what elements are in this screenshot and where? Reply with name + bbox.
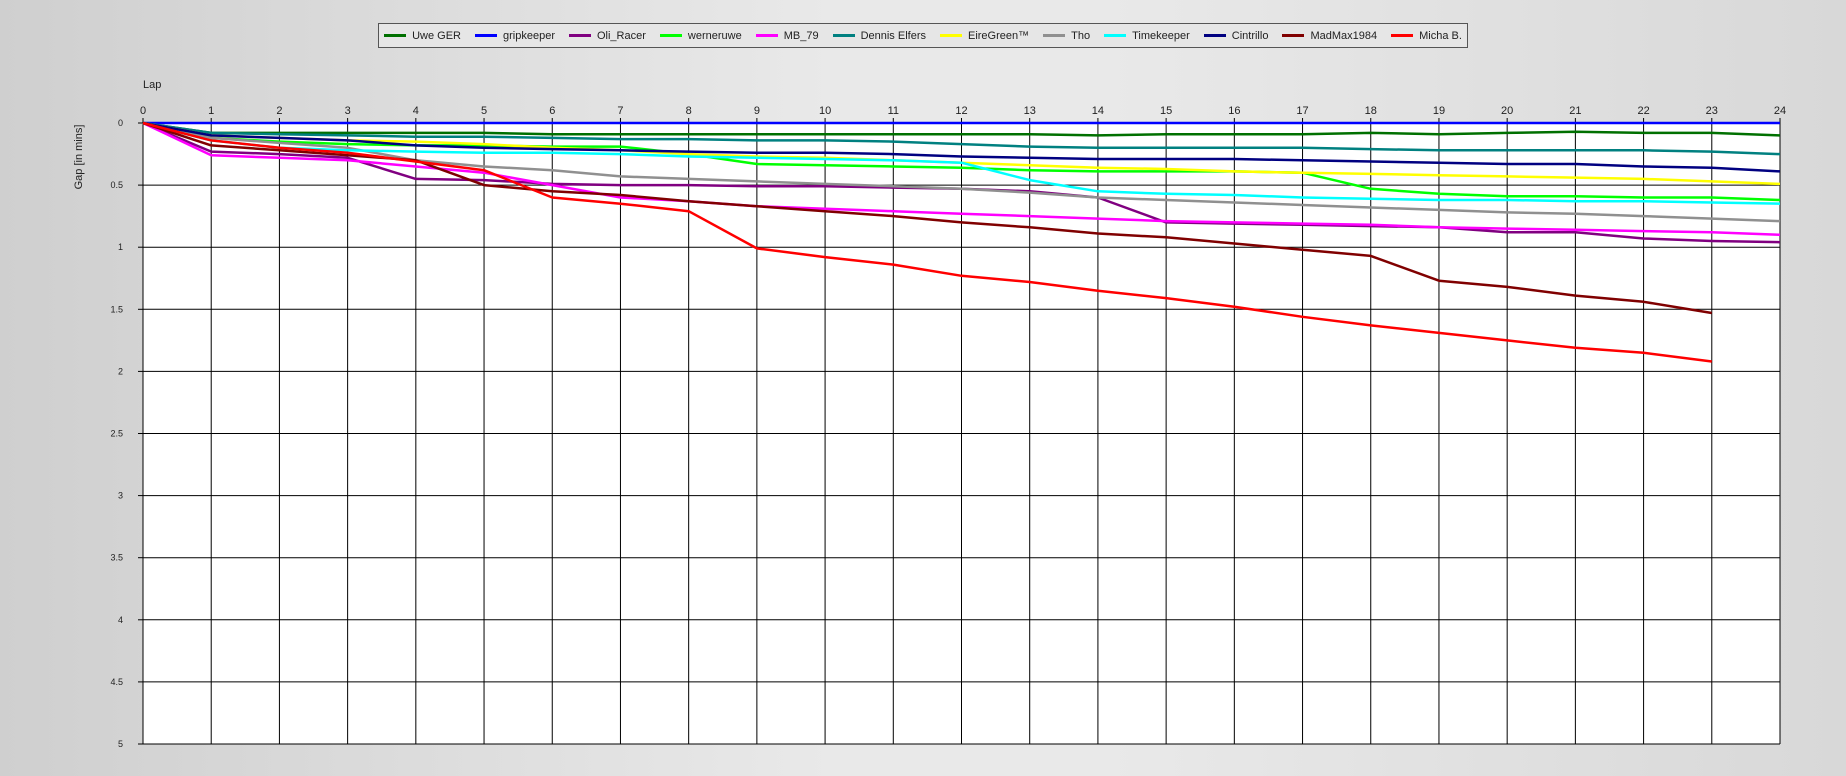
x-tick-label: 16	[1228, 105, 1240, 117]
y-tick-label: 4.5	[110, 677, 123, 687]
x-tick-label: 20	[1501, 105, 1513, 117]
x-tick-label: 18	[1365, 105, 1377, 117]
x-tick-label: 12	[955, 105, 967, 117]
y-tick-label: 3.5	[110, 553, 123, 563]
x-tick-label: 14	[1092, 105, 1104, 117]
x-tick-label: 3	[345, 105, 351, 117]
x-tick-label: 2	[276, 105, 282, 117]
x-tick-label: 21	[1569, 105, 1581, 117]
x-tick-label: 8	[686, 105, 692, 117]
line-chart: 0 1 2 3 4 5 6 7 8 9 10 11 12 13 14 15 16 17 18 19 20 21 22 23 24…	[73, 79, 1786, 749]
y-tick-label: 0.5	[110, 180, 123, 190]
x-tick-label: 10	[819, 105, 831, 117]
x-tick-label: 6	[549, 105, 555, 117]
y-tick-label: 4	[118, 615, 123, 625]
x-tick-label: 13	[1024, 105, 1036, 117]
y-tick-label: 0	[118, 118, 123, 128]
x-tick-label: 24	[1774, 105, 1786, 117]
x-tick-label: 11	[888, 105, 899, 117]
y-tick-label: 5	[118, 739, 123, 749]
x-tick-label: 9	[754, 105, 760, 117]
y-tick-label: 2.5	[110, 429, 123, 439]
x-tick-label: 4	[413, 105, 419, 117]
y-tick-label: 3	[118, 491, 123, 501]
x-tick-label: 5	[481, 105, 487, 117]
y-axis-label: Gap [in mins]	[73, 125, 85, 190]
y-tick-label: 2	[118, 366, 123, 376]
x-tick-label: 22	[1637, 105, 1649, 117]
y-tick-label: 1.5	[110, 304, 123, 314]
x-axis-label: Lap	[143, 79, 161, 91]
x-tick-label: 23	[1706, 105, 1718, 117]
x-tick-label: 7	[617, 105, 623, 117]
x-tick-label: 19	[1433, 105, 1445, 117]
x-tick-label: 15	[1160, 105, 1172, 117]
x-tick-label: 0	[140, 105, 146, 117]
x-tick-label: 17	[1296, 105, 1308, 117]
y-tick-label: 1	[118, 242, 123, 252]
x-tick-label: 1	[208, 105, 214, 117]
